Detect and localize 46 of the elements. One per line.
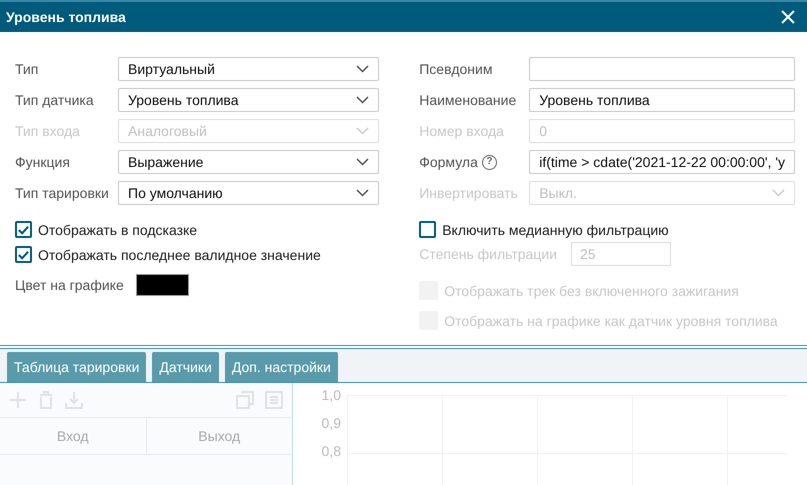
chevron-down-icon <box>356 65 370 74</box>
checkbox-label: Отображать в подсказке <box>38 222 198 238</box>
axis-tick-label: 0,8 <box>322 443 341 459</box>
download-icon[interactable] <box>64 390 84 410</box>
input-field[interactable] <box>529 57 795 82</box>
copy-icon[interactable] <box>235 390 255 410</box>
chevron-down-icon <box>772 189 785 198</box>
dropdown[interactable]: Уровень топлива <box>118 88 380 112</box>
trash-icon[interactable] <box>37 390 55 410</box>
input-field[interactable]: if(time > cdate('2021-12-22 00:00:00', 'y <box>529 150 795 174</box>
field-label: Тип тарировки <box>15 185 110 202</box>
window-title: Уровень топлива <box>6 8 126 25</box>
tab[interactable]: Доп. настройки <box>224 352 338 382</box>
chevron-down-icon <box>356 158 370 166</box>
dropdown[interactable]: По умолчанию <box>118 181 380 206</box>
checkmark-icon <box>17 248 30 261</box>
axis-tick-label: 1,0 <box>322 387 341 403</box>
list-icon[interactable] <box>264 390 284 410</box>
field-label: Формула <box>419 154 478 170</box>
field-label: Цвет на графике <box>15 276 125 293</box>
field-label: Наименование <box>419 92 516 108</box>
close-icon[interactable] <box>781 10 795 24</box>
help-icon[interactable]: ? <box>482 154 497 170</box>
color-swatch[interactable] <box>136 274 189 296</box>
field-label: Псевдоним <box>419 61 492 78</box>
field-label: Тип <box>15 61 40 78</box>
checkmark-icon <box>17 224 30 236</box>
axis-tick-label: 0,9 <box>322 415 341 431</box>
field-label: Функция <box>15 154 71 170</box>
chevron-down-icon <box>356 96 370 104</box>
tab[interactable]: Датчики <box>152 352 219 382</box>
column-header[interactable]: Вход <box>0 418 146 454</box>
field-label: Тип датчика <box>15 92 95 108</box>
dropdown[interactable]: Виртуальный <box>118 57 380 82</box>
add-icon[interactable] <box>8 390 28 410</box>
dropdown[interactable]: Выражение <box>118 150 380 174</box>
checkbox-label: Включить медианную фильтрацию <box>442 222 669 238</box>
checkbox[interactable] <box>419 221 436 238</box>
checkbox[interactable] <box>15 246 32 264</box>
checkbox-label: Отображать последнее валидное значение <box>38 246 321 263</box>
chevron-down-icon <box>356 127 370 136</box>
input-field[interactable]: Уровень топлива <box>529 88 795 112</box>
checkbox[interactable] <box>15 221 32 238</box>
tab[interactable]: Таблица тарировки <box>7 352 146 382</box>
column-header[interactable]: Выход <box>146 418 292 454</box>
chevron-down-icon <box>356 189 370 198</box>
